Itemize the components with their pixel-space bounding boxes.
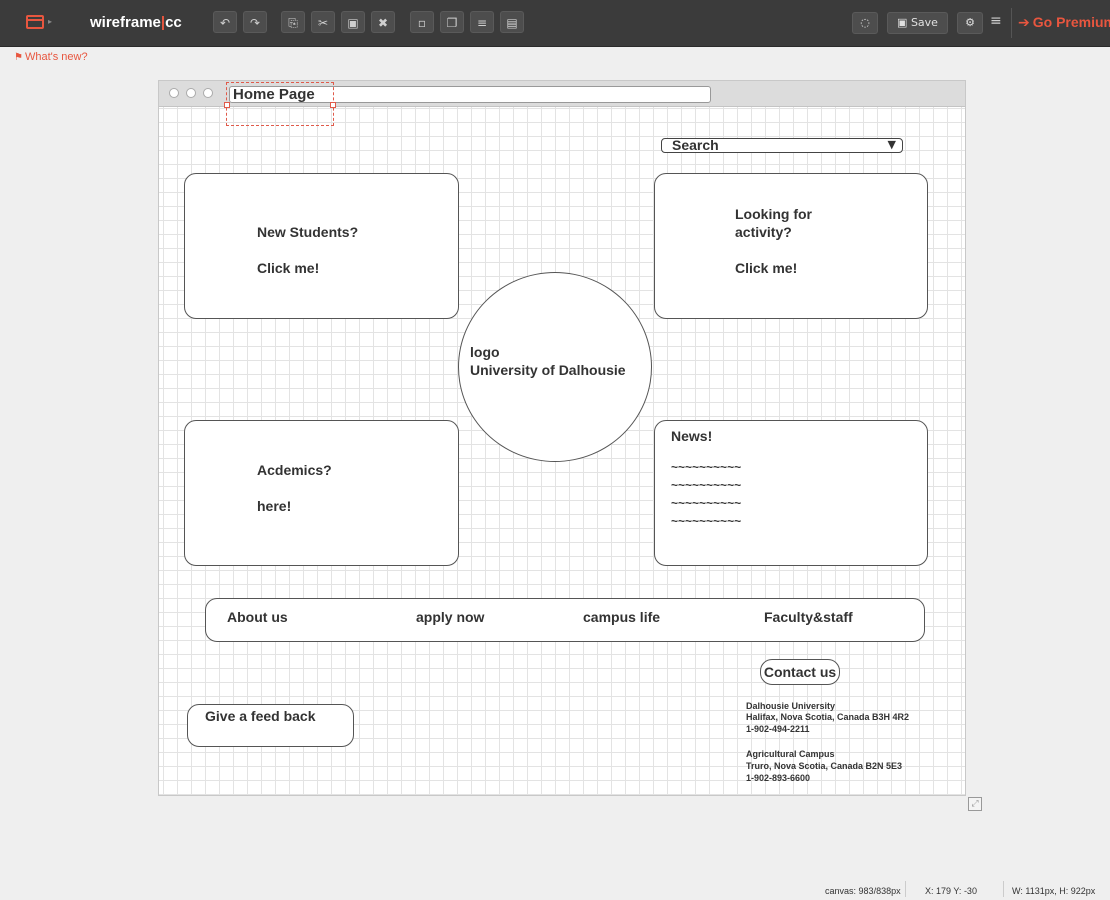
news-line: ~~~~~~~~~~ (671, 478, 742, 492)
news-line: ~~~~~~~~~~ (671, 514, 742, 528)
selection-box[interactable] (224, 82, 336, 126)
arrow-right-icon: ➔ (1018, 15, 1030, 31)
nav-apply-now[interactable]: apply now (416, 609, 484, 625)
save-button[interactable]: ▣ Save (887, 12, 948, 34)
settings-icon[interactable]: ⚙ (957, 12, 983, 34)
x-value: 179 (936, 886, 952, 896)
academics-title: Acdemics? (257, 462, 332, 478)
nav-faculty-staff[interactable]: Faculty&staff (764, 609, 853, 625)
brand-logo: wireframe|cc (90, 14, 182, 31)
canvas-size-readout: canvas: 983/838px (825, 886, 901, 896)
address-agri-name: Agricultural Campus (746, 749, 835, 759)
comment-icon[interactable]: ◌ (852, 12, 878, 34)
activity-box[interactable]: Looking for activity? Click me! (654, 173, 928, 319)
status-divider (1003, 881, 1004, 897)
window-dot (186, 88, 196, 98)
h-value: 922px (1070, 886, 1096, 896)
menu-icon[interactable]: ≡ (990, 13, 1002, 29)
copy-icon[interactable]: ⎘ (281, 11, 305, 33)
dropdown-caret-icon: ▼ (887, 138, 896, 151)
premium-label: Go Premium (1032, 14, 1110, 30)
flag-icon: ⚑ (14, 52, 23, 63)
news-line: ~~~~~~~~~~ (671, 460, 742, 474)
window-dot (203, 88, 213, 98)
wireframe-canvas[interactable]: Home Page Search ▼ New Students? Click m… (158, 80, 966, 796)
feedback-button[interactable]: Give a feed back (187, 704, 354, 747)
w-value: 1131px, (1025, 886, 1057, 896)
cursor-position-readout: X: 179 Y: -30 (925, 886, 977, 896)
news-title: News! (671, 428, 713, 444)
arrange-group: ▫ ❐ ≡ ▤ (410, 11, 524, 35)
app-menu-icon[interactable] (26, 15, 44, 29)
resize-handle[interactable] (330, 102, 336, 108)
align-icon[interactable]: ≡ (470, 11, 494, 33)
whats-new-label: What's new? (24, 51, 88, 63)
save-label: Save (910, 16, 938, 29)
arrange-icon[interactable]: ❐ (440, 11, 464, 33)
news-line: ~~~~~~~~~~ (671, 496, 742, 510)
resize-canvas-icon[interactable]: ⤢ (968, 797, 982, 811)
x-label: X: (925, 886, 934, 896)
new-students-title: New Students? (257, 224, 359, 240)
activity-cta: Click me! (735, 260, 798, 276)
logo-university-name: University of Dalhousie (470, 362, 626, 378)
y-label: Y: (953, 886, 962, 896)
edit-group: ⎘ ✂ ▣ ✖ (281, 11, 395, 35)
address-agri-city: Truro, Nova Scotia, Canada B2N 5E3 (746, 761, 903, 771)
y-value: -30 (963, 886, 977, 896)
cut-icon[interactable]: ✂ (311, 11, 335, 33)
toolbar-divider (1011, 8, 1012, 38)
new-students-box[interactable]: New Students? Click me! (184, 173, 459, 319)
university-logo[interactable]: logo University of Dalhousie (458, 272, 652, 462)
lock-icon[interactable]: ▫ (410, 11, 434, 33)
nav-campus-life[interactable]: campus life (583, 609, 660, 625)
top-toolbar: ▸ wireframe|cc ↶ ↷ ⎘ ✂ ▣ ✖ ▫ ❐ ≡ ▤ ◌ ▣ S… (0, 0, 1110, 47)
paste-icon[interactable]: ▣ (341, 11, 365, 33)
delete-icon[interactable]: ✖ (371, 11, 395, 33)
address-main-phone: 1-902-494-2211 (746, 724, 810, 734)
window-size-readout: W: 1131px, H: 922px (1012, 886, 1095, 896)
activity-title-2: activity? (735, 224, 792, 240)
nav-about-us[interactable]: About us (227, 609, 288, 625)
whats-new-link[interactable]: ⚑ What's new? (14, 51, 88, 63)
new-students-cta: Click me! (257, 260, 320, 276)
search-label: Search (672, 137, 719, 153)
floppy-icon: ▣ (897, 16, 908, 29)
window-dot (169, 88, 179, 98)
w-label: W: (1012, 886, 1023, 896)
canvas-label: canvas: (825, 886, 857, 896)
h-label: H: (1059, 886, 1069, 896)
history-group: ↶ ↷ (213, 11, 267, 35)
nav-bar: About us apply now campus life Faculty&s… (205, 598, 925, 642)
news-box[interactable]: News! ~~~~~~~~~~ ~~~~~~~~~~ ~~~~~~~~~~ ~… (654, 420, 928, 566)
caret-right-icon: ▸ (48, 17, 53, 26)
canvas-value: 983/838px (858, 886, 901, 896)
address-agri-phone: 1-902-893-6600 (746, 773, 811, 783)
logo-label: logo (470, 344, 500, 360)
group-icon[interactable]: ▤ (500, 11, 524, 33)
go-premium-link[interactable]: ➔ Go Premium (1018, 14, 1110, 31)
activity-title-1: Looking for (735, 206, 812, 222)
brand-suffix: cc (165, 14, 182, 31)
contact-us-button[interactable]: Contact us (760, 659, 840, 685)
undo-icon[interactable]: ↶ (213, 11, 237, 33)
address-main-city: Halifax, Nova Scotia, Canada B3H 4R2 (746, 712, 910, 722)
address-main-name: Dalhousie University (746, 701, 836, 711)
resize-handle[interactable] (224, 102, 230, 108)
redo-icon[interactable]: ↷ (243, 11, 267, 33)
brand-main: wireframe (90, 14, 161, 31)
academics-box[interactable]: Acdemics? here! (184, 420, 459, 566)
search-dropdown[interactable]: Search ▼ (661, 137, 903, 153)
academics-cta: here! (257, 498, 292, 514)
status-divider (905, 881, 906, 897)
